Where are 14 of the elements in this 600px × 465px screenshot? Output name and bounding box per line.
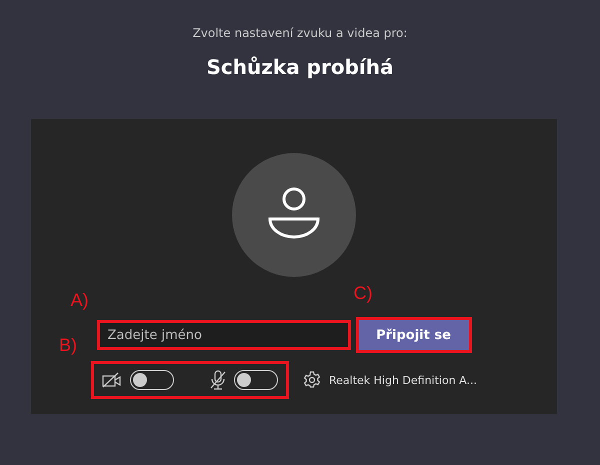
annotation-label: C) xyxy=(354,283,372,304)
name-input-field[interactable]: Zadejte jméno xyxy=(100,323,348,347)
settings-icon[interactable] xyxy=(302,371,321,389)
toggle-switch[interactable] xyxy=(130,370,174,390)
audio-device-label: Realtek High Definition A... xyxy=(328,374,478,386)
microphone-off-icon xyxy=(210,370,226,390)
avatar-icon xyxy=(232,153,356,277)
toggle-switch[interactable] xyxy=(234,370,278,390)
subtitle: Zvolte nastavení zvuku a videa pro: xyxy=(192,26,408,40)
meeting-title: Schůzka probíhá xyxy=(206,55,394,79)
camera-off-icon xyxy=(102,372,122,388)
annotation-label: B) xyxy=(58,335,77,356)
annotation-label: A) xyxy=(70,290,88,311)
join-button[interactable]: Připojit se xyxy=(358,320,468,350)
